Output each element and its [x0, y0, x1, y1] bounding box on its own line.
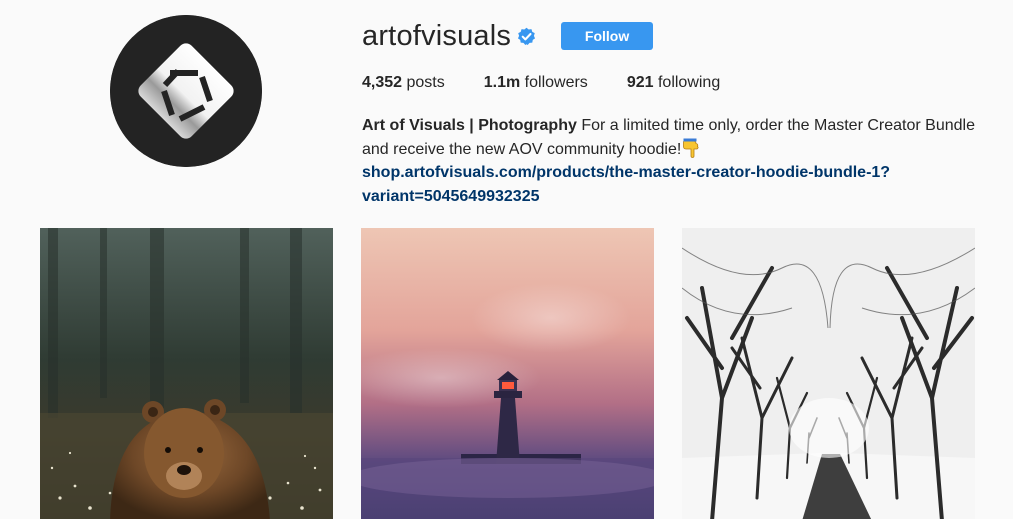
profile-stats: 4,352 posts 1.1m followers 921 following: [362, 74, 759, 92]
posts-label: posts: [406, 74, 445, 91]
username-row: artofvisuals Follow: [362, 16, 654, 56]
followers-count: 1.1m: [483, 74, 521, 91]
backhand-index-pointing-down-icon: [683, 138, 699, 158]
bio-link[interactable]: shop.artofvisuals.com/products/the-maste…: [362, 164, 890, 205]
lighthouse-photo: [361, 228, 654, 519]
art-of-visuals-logo: [110, 15, 262, 167]
posts-stat: 4,352 posts: [362, 74, 445, 92]
followers-stat[interactable]: 1.1m followers: [484, 74, 588, 92]
profile-bio: Art of Visuals | Photography For a limit…: [362, 114, 982, 208]
profile-avatar[interactable]: [110, 15, 262, 167]
post-thumbnail-bear[interactable]: [40, 228, 333, 519]
posts-count: 4,352: [362, 74, 403, 91]
verified-badge-icon: [518, 27, 536, 45]
post-thumbnail-snowy-road[interactable]: [682, 228, 975, 519]
profile-username: artofvisuals: [362, 19, 512, 52]
bear-photo: [40, 228, 333, 519]
followers-label: followers: [524, 74, 588, 91]
post-grid: [40, 228, 975, 519]
post-thumbnail-lighthouse[interactable]: [361, 228, 654, 519]
snowy-road-photo: [682, 228, 975, 519]
following-label: following: [657, 74, 721, 91]
following-stat[interactable]: 921 following: [627, 74, 720, 92]
following-count: 921: [626, 74, 654, 91]
follow-button[interactable]: Follow: [561, 22, 654, 50]
profile-full-name: Art of Visuals | Photography: [362, 117, 577, 134]
